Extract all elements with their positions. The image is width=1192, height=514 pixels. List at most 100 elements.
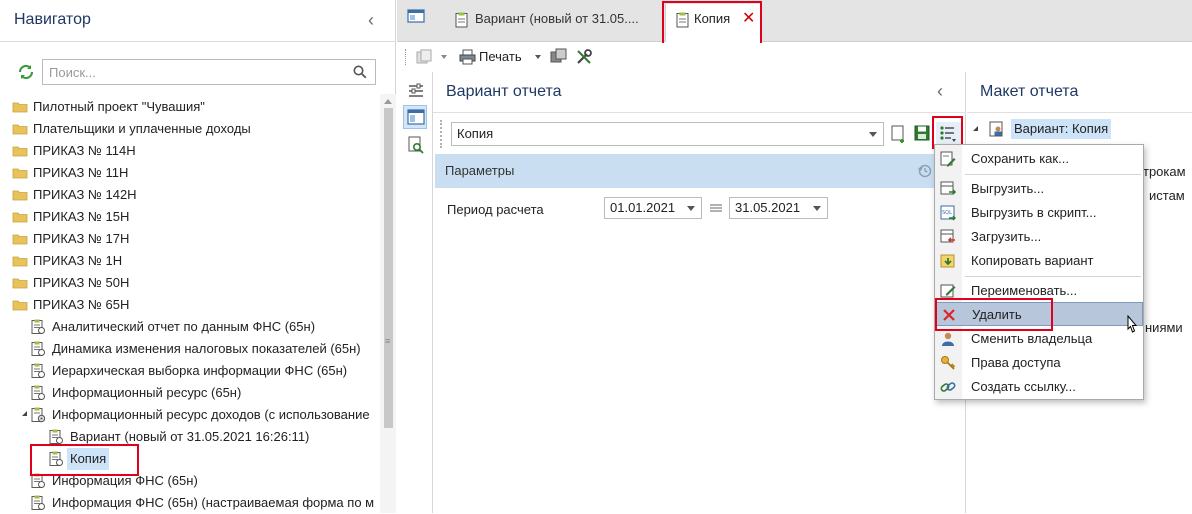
main-toolbar: Печать: [397, 43, 1192, 71]
window-icon: [407, 9, 425, 23]
date-from-field[interactable]: 01.01.2021: [604, 197, 702, 219]
chevron-down-icon[interactable]: [869, 132, 877, 137]
folder-icon: [12, 253, 28, 269]
period-label: Период расчета: [447, 202, 544, 217]
menu-item-delete[interactable]: Удалить: [936, 302, 1143, 326]
export-disabled-icon[interactable]: [415, 49, 433, 65]
layout-text-fragment: трокам: [1143, 164, 1186, 179]
sql-script-icon: SQL: [940, 205, 956, 221]
copy-pages-icon[interactable]: [550, 48, 568, 66]
folder-icon: [12, 99, 28, 115]
print-label: Печать: [479, 49, 522, 64]
date-from-value: 01.01.2021: [610, 200, 676, 215]
menu-item-create-link[interactable]: Создать ссылку...: [936, 375, 1143, 399]
navigator-panel: Навигатор ‹ Пилотный проект "Чувашия" Пл…: [0, 0, 396, 513]
scroll-up-arrow-icon[interactable]: [384, 99, 392, 104]
variant-select-value: Копия: [457, 126, 494, 141]
delete-icon: [941, 307, 957, 323]
variant-select[interactable]: Копия: [451, 122, 884, 146]
menu-item-rename[interactable]: Переименовать...: [936, 279, 1143, 303]
tree-variant-label: Копия: [67, 448, 110, 470]
tree-report-label: Динамика изменения налоговых показателей…: [52, 341, 361, 356]
menu-item-import[interactable]: Загрузить...: [936, 225, 1143, 249]
folder-icon: [12, 275, 28, 291]
tree-folder-label: ПРИКАЗ № 65Н: [33, 297, 130, 312]
menu-separator: [965, 276, 1141, 277]
menu-item-access-rights[interactable]: Права доступа: [936, 351, 1143, 375]
tree-folder-label: ПРИКАЗ № 11Н: [33, 165, 129, 180]
search-icon[interactable]: [353, 65, 367, 79]
report-variant-panel: Вариант отчета ‹ Копия Параметры Период …: [433, 72, 966, 513]
reset-parameters-icon[interactable]: [917, 163, 933, 179]
tab-home[interactable]: [407, 8, 433, 42]
expanded-arrow-icon[interactable]: [22, 411, 27, 416]
menu-item-save-as[interactable]: Сохранить как...: [936, 147, 1143, 171]
menu-item-label: Создать ссылку...: [971, 379, 1076, 394]
menu-item-export-script[interactable]: SQL Выгрузить в скрипт...: [936, 201, 1143, 225]
parameters-list-icon[interactable]: [407, 82, 425, 100]
tree-variant-label: Вариант (новый от 31.05.2021 16:26:11): [70, 429, 310, 444]
tab-variant-label: Вариант (новый от 31.05....: [475, 11, 639, 26]
preview-search-icon[interactable]: [407, 136, 425, 154]
report-doc-icon: [455, 12, 469, 28]
report-variant-icon: [48, 451, 64, 467]
chevron-down-icon[interactable]: [813, 206, 821, 211]
variant-user-icon: [989, 121, 1005, 137]
variant-context-menu: Сохранить как... Выгрузить... SQL Выгруз…: [934, 144, 1144, 400]
report-icon: [30, 473, 46, 489]
menu-separator: [965, 174, 1141, 175]
navigator-title: Навигатор: [14, 11, 91, 28]
document-tab-strip: Вариант (новый от 31.05.... Копия ✕: [397, 0, 1192, 42]
scrollbar-thumb[interactable]: [384, 108, 393, 428]
report-icon: [30, 385, 46, 401]
navigator-search[interactable]: [42, 59, 376, 85]
parameters-section-header[interactable]: Параметры: [435, 154, 966, 188]
collapse-navigator-button[interactable]: ‹: [368, 10, 384, 30]
list-menu-icon: [940, 126, 956, 142]
tree-report-label: Информация ФНС (65н): [52, 473, 198, 488]
variant-panel-title: Вариант отчета: [446, 83, 562, 100]
search-input[interactable]: [43, 60, 333, 84]
folder-icon: [12, 209, 28, 225]
dropdown-arrow-icon[interactable]: [441, 55, 447, 59]
menu-item-change-owner[interactable]: Сменить владельца: [936, 327, 1143, 351]
variant-panel-divider: [433, 112, 966, 113]
layout-text-fragment: истам: [1149, 188, 1185, 203]
save-icon[interactable]: [914, 125, 930, 141]
collapse-variant-panel-button[interactable]: ‹: [937, 81, 943, 102]
close-tab-icon[interactable]: ✕: [742, 4, 755, 34]
expanded-arrow-icon[interactable]: [973, 126, 978, 131]
menu-item-label: Сменить владельца: [971, 331, 1093, 346]
menu-item-export[interactable]: Выгрузить...: [936, 177, 1143, 201]
refresh-icon[interactable]: [17, 63, 35, 81]
tree-report-label: Информационный ресурс доходов (с использ…: [52, 407, 370, 422]
tools-icon[interactable]: [575, 48, 593, 66]
toolbar-grip: [405, 49, 408, 65]
tree-report-label: Информационный ресурс (65н): [52, 385, 242, 400]
navigator-divider: [0, 41, 396, 42]
layout-text-fragment: ниями: [1145, 320, 1183, 335]
layout-tree-root-label: Вариант: Копия: [1011, 119, 1112, 139]
chevron-down-icon[interactable]: [687, 206, 695, 211]
tree-report-label: Иерархическая выборка информации ФНС (65…: [52, 363, 348, 378]
tree-folder-label: ПРИКАЗ № 114Н: [33, 143, 136, 158]
export-icon: [940, 181, 956, 197]
printer-icon: [459, 49, 476, 65]
report-icon: [30, 363, 46, 379]
print-dropdown-arrow-icon[interactable]: [535, 55, 541, 59]
report-settings-icon: [30, 407, 46, 423]
change-owner-icon: [940, 331, 956, 347]
variant-menu-button[interactable]: [936, 122, 962, 146]
save-as-icon: [940, 151, 956, 167]
variant-form-icon[interactable]: [407, 108, 425, 126]
menu-item-copy-variant[interactable]: Копировать вариант: [936, 249, 1143, 273]
report-icon: [30, 319, 46, 335]
variant-toolbar-grip: [440, 120, 444, 148]
import-icon: [940, 229, 956, 245]
new-variant-icon[interactable]: [891, 125, 907, 143]
tab-copy[interactable]: Копия ✕: [665, 4, 761, 42]
date-to-field[interactable]: 31.05.2021: [729, 197, 828, 219]
tree-folder-label: ПРИКАЗ № 50Н: [33, 275, 130, 290]
navigator-scrollbar[interactable]: ≡: [380, 94, 396, 513]
layout-panel-title: Макет отчета: [980, 83, 1079, 100]
